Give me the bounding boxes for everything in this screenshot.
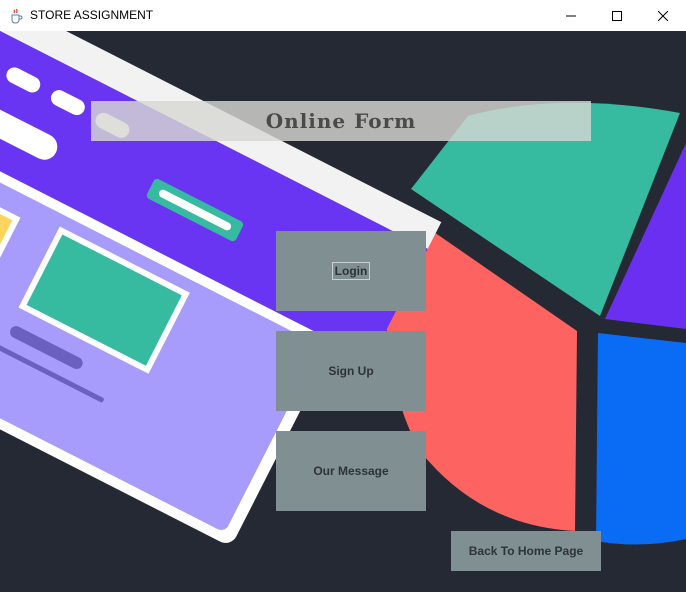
signup-button-label: Sign Up xyxy=(328,364,374,378)
minimize-icon xyxy=(566,11,576,21)
pie-chart-graphic xyxy=(385,102,686,545)
signup-button[interactable]: Sign Up xyxy=(276,331,426,411)
close-button[interactable] xyxy=(640,0,686,31)
maximize-button[interactable] xyxy=(594,0,640,31)
header-banner: Online Form xyxy=(91,101,591,141)
page-title: Online Form xyxy=(265,109,417,133)
login-button-label: Login xyxy=(331,262,371,280)
content-panel: Online Form Login Sign Up Our Message Ba… xyxy=(0,31,686,592)
back-to-home-label: Back To Home Page xyxy=(468,544,584,558)
login-button[interactable]: Login xyxy=(276,231,426,311)
java-cup-icon xyxy=(8,8,24,24)
minimize-button[interactable] xyxy=(548,0,594,31)
app-window: STORE ASSIGNMENT Online Form Login Sign … xyxy=(0,0,686,592)
maximize-icon xyxy=(612,10,622,21)
close-icon xyxy=(658,10,668,21)
window-title: STORE ASSIGNMENT xyxy=(30,8,154,22)
our-message-button-label: Our Message xyxy=(313,464,389,478)
title-bar[interactable]: STORE ASSIGNMENT xyxy=(0,0,686,32)
back-to-home-button[interactable]: Back To Home Page xyxy=(451,531,601,571)
our-message-button[interactable]: Our Message xyxy=(276,431,426,511)
